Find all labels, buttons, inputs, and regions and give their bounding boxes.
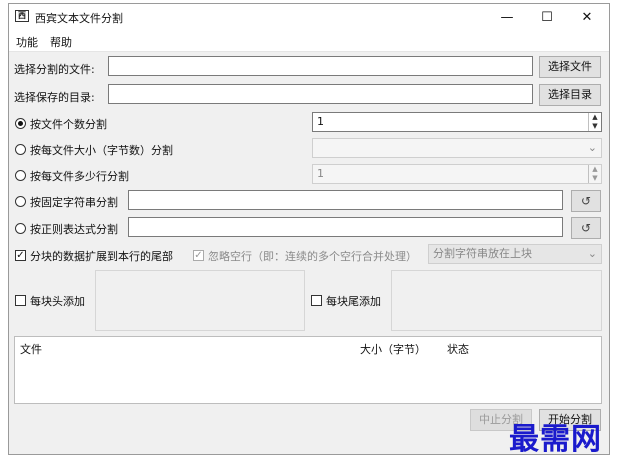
window-title: 西宾文本文件分割 (35, 12, 123, 25)
by-size-label: 按每文件大小（字节数）分割 (30, 144, 173, 157)
radio-by-regex[interactable] (15, 223, 26, 234)
menu-function[interactable]: 功能 (16, 34, 38, 50)
by-count-label: 按文件个数分割 (30, 118, 107, 131)
watermark-logo: 最需网 (509, 422, 602, 457)
reset-icon: ↺ (580, 221, 592, 235)
spin-down-icon[interactable]: ▼ (588, 174, 601, 183)
skip-empty-label: 忽略空行（即：连续的多个空行合并处理） (208, 250, 417, 263)
chevron-down-icon: ⌄ (587, 141, 597, 154)
by-regex-label: 按正则表达式分割 (30, 223, 118, 236)
count-spinbox[interactable]: 1 ▲ ▼ (312, 112, 602, 132)
extend-block-checkbox[interactable]: ✓ (15, 250, 26, 261)
select-dir-label: 选择保存的目录: (14, 91, 95, 104)
lines-value: 1 (317, 167, 324, 180)
title-bar: 西 西宾文本文件分割 — ☐ ✕ (9, 4, 609, 31)
regex-input[interactable] (128, 217, 563, 237)
app-window: 西 西宾文本文件分割 — ☐ ✕ 功能 帮助 选择分割的文件: 选择文件 选择保… (8, 3, 610, 455)
footer-add-label: 每块尾添加 (326, 295, 381, 308)
reset-regex-button[interactable]: ↺ (571, 217, 601, 239)
results-table[interactable]: 文件 大小（字节） 状态 (14, 336, 602, 404)
close-button[interactable]: ✕ (569, 4, 605, 31)
lines-spinbox[interactable]: 1 ▲ ▼ (312, 164, 602, 184)
radio-by-lines[interactable] (15, 170, 26, 181)
radio-by-count[interactable] (15, 118, 26, 129)
footer-text-area[interactable] (391, 270, 602, 331)
reset-string-button[interactable]: ↺ (571, 190, 601, 212)
radio-by-size[interactable] (15, 144, 26, 155)
reset-icon: ↺ (580, 194, 592, 208)
menu-help[interactable]: 帮助 (50, 34, 72, 50)
choose-dir-button[interactable]: 选择目录 (539, 84, 601, 106)
by-lines-label: 按每文件多少行分割 (30, 170, 129, 183)
chevron-down-icon: ⌄ (587, 247, 597, 260)
string-input[interactable] (128, 190, 563, 210)
select-file-label: 选择分割的文件: (14, 63, 95, 76)
header-add-checkbox[interactable] (15, 295, 26, 306)
column-status: 状态 (447, 343, 469, 356)
file-path-input[interactable] (108, 56, 533, 76)
maximize-button[interactable]: ☐ (529, 4, 565, 31)
skip-empty-checkbox[interactable]: ✓ (193, 250, 204, 261)
column-size: 大小（字节） (360, 343, 426, 356)
footer-add-checkbox[interactable] (311, 295, 322, 306)
size-select[interactable]: ⌄ (312, 138, 602, 158)
by-string-label: 按固定字符串分割 (30, 196, 118, 209)
dir-path-input[interactable] (108, 84, 533, 104)
choose-file-button[interactable]: 选择文件 (539, 56, 601, 78)
minimize-button[interactable]: — (489, 4, 525, 31)
count-value: 1 (317, 115, 324, 128)
radio-by-string[interactable] (15, 196, 26, 207)
app-icon: 西 (15, 10, 29, 22)
menu-bar: 功能 帮助 (9, 31, 609, 52)
spin-up-icon[interactable]: ▲ (588, 165, 601, 174)
spin-up-icon[interactable]: ▲ (588, 113, 601, 122)
header-add-label: 每块头添加 (30, 295, 85, 308)
column-file: 文件 (20, 343, 42, 356)
split-position-value: 分割字符串放在上块 (433, 247, 532, 260)
extend-block-label: 分块的数据扩展到本行的尾部 (30, 250, 173, 263)
spin-down-icon[interactable]: ▼ (588, 122, 601, 131)
split-position-select[interactable]: 分割字符串放在上块 ⌄ (428, 244, 602, 264)
header-text-area[interactable] (95, 270, 305, 331)
